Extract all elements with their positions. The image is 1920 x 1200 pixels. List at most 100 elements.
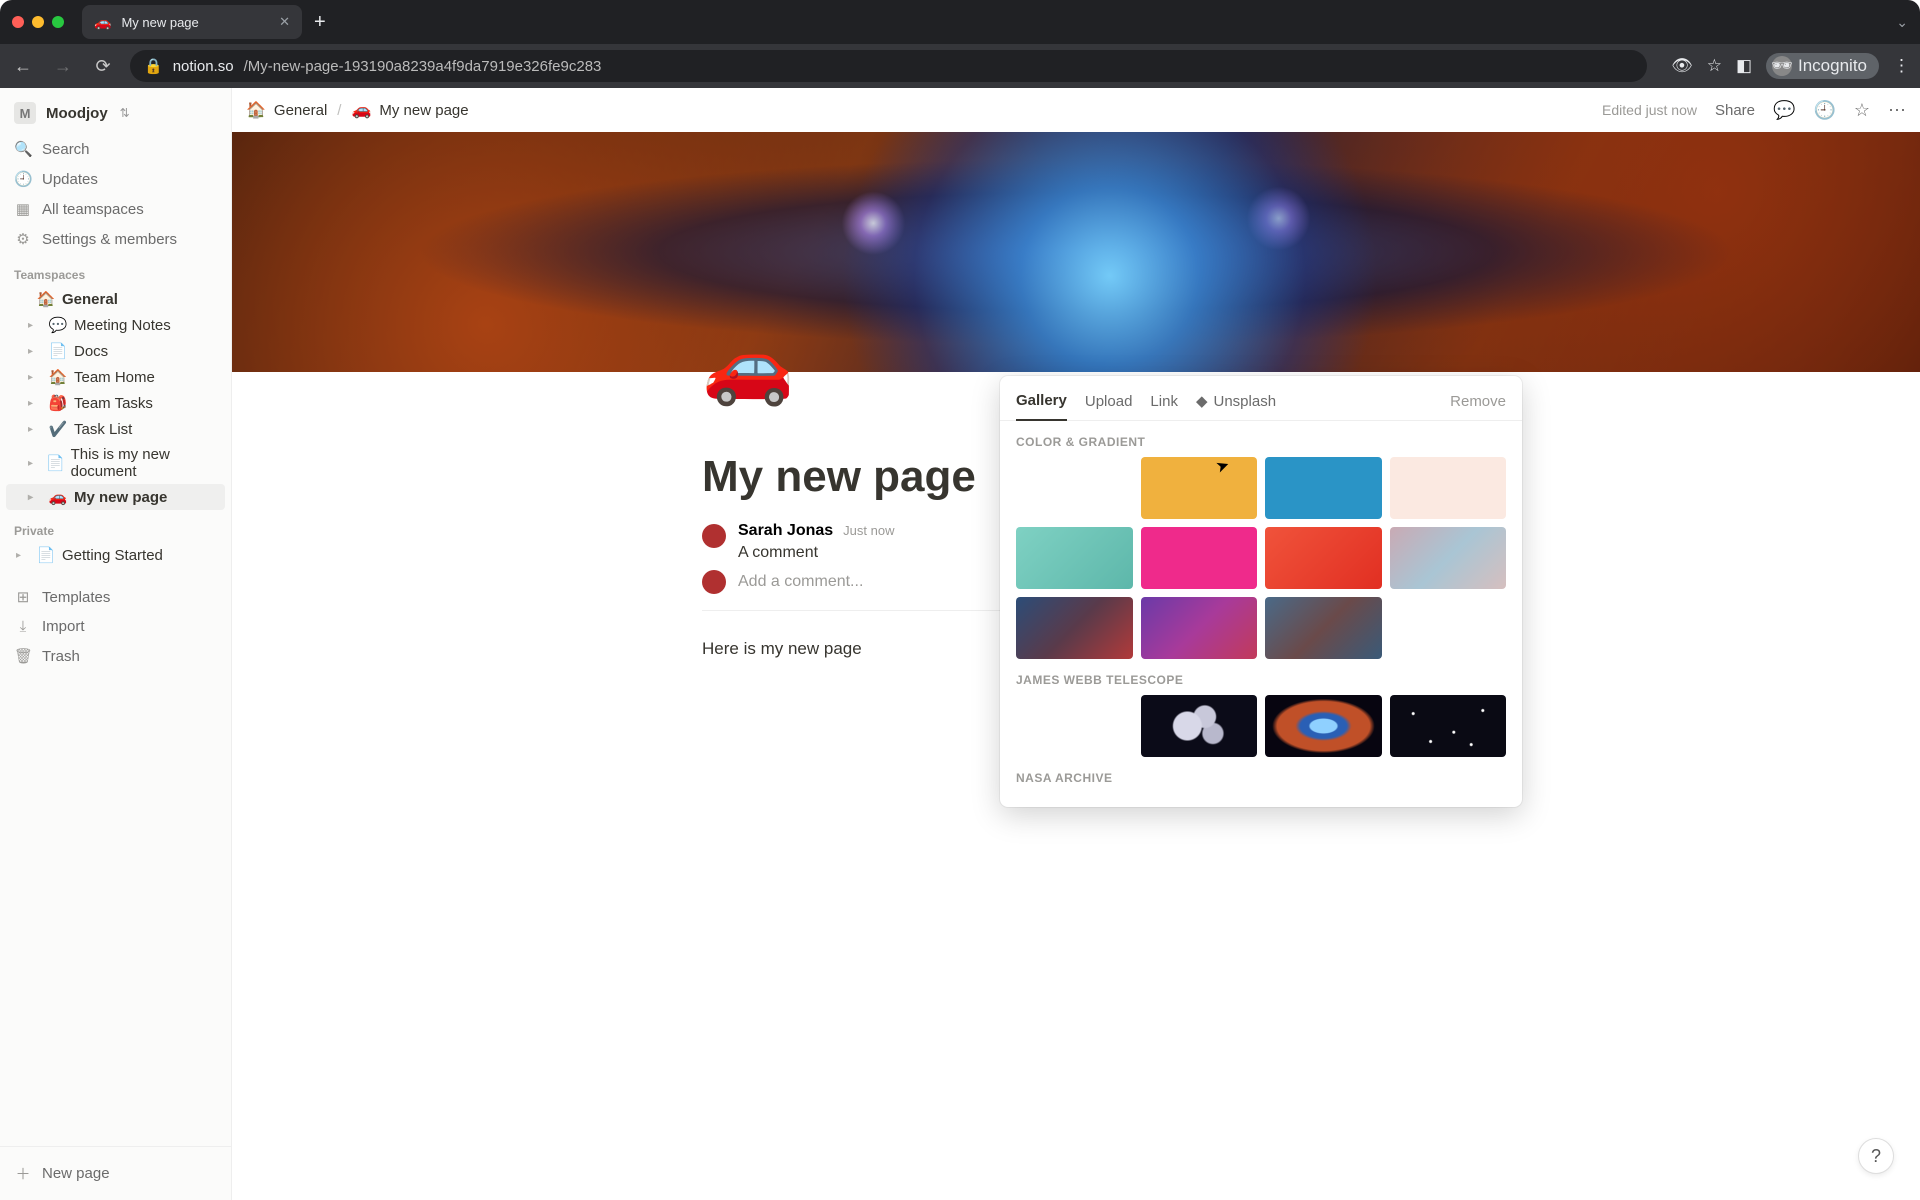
chevron-right-icon[interactable]: ▸: [28, 320, 42, 331]
sidebar-item-all-teamspaces[interactable]: ▦All teamspaces: [0, 194, 231, 224]
house-icon: 🏠: [36, 290, 56, 308]
chevron-right-icon[interactable]: ▸: [28, 372, 42, 383]
bookmark-star-icon[interactable]: ☆: [1707, 56, 1722, 76]
import-icon: ⤓: [14, 618, 32, 635]
sidebar-item-settings[interactable]: ⚙Settings & members: [0, 224, 231, 254]
page-cover[interactable]: 🚗: [232, 132, 1920, 372]
window-zoom-icon[interactable]: [52, 16, 64, 28]
help-button[interactable]: ?: [1858, 1138, 1894, 1174]
sidebar-item-search[interactable]: 🔍Search: [0, 134, 231, 164]
side-panel-icon[interactable]: ◧: [1736, 56, 1752, 76]
window-close-icon[interactable]: [12, 16, 24, 28]
page-meeting-notes[interactable]: ▸💬Meeting Notes: [6, 312, 225, 338]
jwst-image-grid: [1000, 695, 1522, 757]
chevron-right-icon[interactable]: ▸: [28, 398, 42, 409]
breadcrumb-separator: /: [337, 102, 341, 119]
url-domain: notion.so: [173, 58, 234, 75]
grid-icon: ▦: [14, 200, 32, 218]
tree-item-label: Team Tasks: [74, 395, 153, 412]
search-icon: 🔍: [14, 140, 32, 158]
topbar-actions: Edited just now Share 💬 🕘 ☆ ⋯: [1602, 100, 1906, 121]
sidebar-item-trash[interactable]: 🗑 Trash: [0, 641, 231, 671]
swatch-magenta[interactable]: [1141, 527, 1258, 589]
page-emoji-icon: 🏠: [48, 368, 68, 386]
swatch-yellow[interactable]: [1141, 457, 1258, 519]
chevron-right-icon[interactable]: ▸: [28, 492, 42, 503]
self-avatar: [702, 570, 726, 594]
new-page-button[interactable]: ＋New page: [0, 1157, 231, 1190]
share-button[interactable]: Share: [1715, 102, 1755, 119]
sidebar-item-templates[interactable]: ⊞Templates: [0, 582, 231, 612]
more-icon[interactable]: ⋯: [1888, 100, 1906, 121]
cover-picker-tabs: Gallery Upload Link ◆Unsplash Remove: [1000, 376, 1522, 421]
page-icon[interactable]: 🚗: [702, 323, 794, 410]
trash-icon: 🗑: [14, 647, 32, 665]
remove-cover-button[interactable]: Remove: [1450, 387, 1506, 420]
swatch-pastel-gradient[interactable]: [1390, 527, 1507, 589]
page-emoji-icon: 📄: [36, 546, 56, 564]
chevron-right-icon[interactable]: ▸: [16, 550, 30, 561]
history-icon[interactable]: 🕘: [1813, 100, 1835, 121]
swatch-teal-gradient[interactable]: [1016, 527, 1133, 589]
thumb-jwst-2[interactable]: [1265, 695, 1382, 757]
tab-close-icon[interactable]: ✕: [279, 14, 290, 30]
chevron-right-icon[interactable]: ▸: [28, 424, 42, 435]
swatch-peach[interactable]: [1390, 457, 1507, 519]
thumb-jwst-3[interactable]: [1390, 695, 1507, 757]
page-new-document[interactable]: ▸📄This is my new document: [6, 442, 225, 484]
section-teamspaces-label: Teamspaces: [0, 254, 231, 286]
browser-toolbar: ← → ⟳ 🔒 notion.so/My-new-page-193190a823…: [0, 44, 1920, 88]
templates-icon: ⊞: [14, 588, 32, 606]
address-bar[interactable]: 🔒 notion.so/My-new-page-193190a8239a4f9d…: [130, 50, 1647, 82]
incognito-chip[interactable]: 🕶 Incognito: [1766, 53, 1879, 79]
breadcrumb-current[interactable]: 🚗My new page: [351, 100, 468, 120]
comment-time: Just now: [843, 523, 894, 538]
page-getting-started[interactable]: ▸📄Getting Started: [6, 542, 225, 568]
tab-unsplash[interactable]: ◆Unsplash: [1196, 386, 1276, 420]
workspace-switcher[interactable]: M Moodjoy ⇅: [0, 88, 231, 134]
new-tab-button[interactable]: +: [314, 11, 326, 34]
thumb-jwst-0[interactable]: [1016, 695, 1133, 757]
favorite-star-icon[interactable]: ☆: [1854, 100, 1870, 121]
page-task-list[interactable]: ▸✔️Task List: [6, 416, 225, 442]
thumb-jwst-1[interactable]: [1141, 695, 1258, 757]
kebab-menu-icon[interactable]: ⋮: [1893, 56, 1910, 76]
cover-picker-popover: Gallery Upload Link ◆Unsplash Remove COL…: [1000, 376, 1522, 807]
swatch-red[interactable]: [1016, 457, 1133, 519]
tabs-overflow-icon[interactable]: ⌄: [1896, 14, 1908, 31]
page-docs[interactable]: ▸📄Docs: [6, 338, 225, 364]
nav-forward-icon[interactable]: →: [50, 56, 76, 77]
page-team-tasks[interactable]: ▸🎒Team Tasks: [6, 390, 225, 416]
nav-back-icon[interactable]: ←: [10, 56, 36, 77]
tab-link[interactable]: Link: [1150, 387, 1178, 420]
window-minimize-icon[interactable]: [32, 16, 44, 28]
swatch-slate-gradient[interactable]: [1265, 597, 1382, 659]
reload-icon[interactable]: ⟳: [90, 56, 116, 77]
eye-off-icon[interactable]: 👁: [1671, 56, 1693, 76]
tree-item-label: Task List: [74, 421, 132, 438]
breadcrumb-general[interactable]: 🏠General: [246, 100, 327, 120]
page-team-home[interactable]: ▸ 🏠 Team Home: [6, 364, 225, 390]
sidebar-item-import[interactable]: ⤓Import: [0, 612, 231, 641]
page-emoji-icon: 💬: [48, 316, 68, 334]
plus-icon: ＋: [14, 1163, 32, 1184]
tab-title: My new page: [121, 15, 198, 30]
unsplash-icon: ◆: [1196, 392, 1208, 410]
sidebar-item-label: Trash: [42, 648, 80, 665]
swatch-purple-gradient[interactable]: [1141, 597, 1258, 659]
chevron-right-icon[interactable]: ▸: [28, 458, 40, 469]
incognito-label: Incognito: [1798, 56, 1867, 76]
chevron-right-icon[interactable]: ▸: [28, 346, 42, 357]
page-my-new-page[interactable]: ▸🚗My new page: [6, 484, 225, 510]
swatch-blue-red-gradient[interactable]: [1016, 597, 1133, 659]
tree-item-label: Team Home: [74, 369, 155, 386]
comments-icon[interactable]: 💬: [1773, 100, 1795, 121]
browser-tab[interactable]: 🚗 My new page ✕: [82, 5, 302, 39]
tab-gallery[interactable]: Gallery: [1016, 386, 1067, 421]
teamspace-general[interactable]: 🏠 General: [6, 286, 225, 312]
sidebar-item-updates[interactable]: 🕘Updates: [0, 164, 231, 194]
swatch-red-gradient[interactable]: [1265, 527, 1382, 589]
tab-upload[interactable]: Upload: [1085, 387, 1133, 420]
swatch-blue[interactable]: [1265, 457, 1382, 519]
section-private-label: Private: [0, 510, 231, 542]
